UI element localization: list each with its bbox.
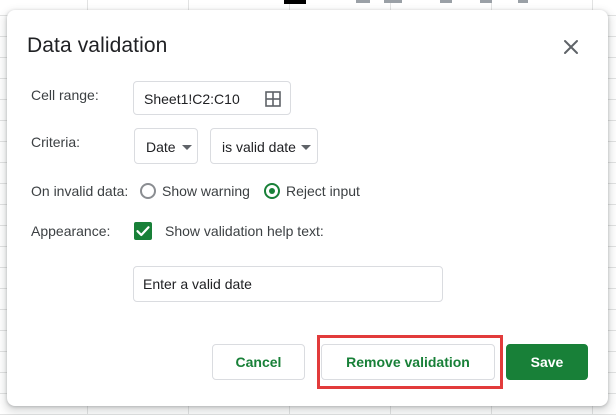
cancel-button[interactable]: Cancel	[212, 344, 305, 380]
toolbar-fragment	[518, 0, 528, 3]
chevron-down-icon	[182, 145, 192, 150]
appearance-label: Appearance:	[31, 223, 111, 239]
criteria-type-value: Date	[146, 139, 176, 155]
cell-range-field[interactable]: Sheet1!C2:C10	[133, 81, 291, 115]
dialog-title: Data validation	[27, 34, 168, 57]
criteria-label: Criteria:	[31, 134, 81, 150]
show-warning-radio[interactable]	[140, 183, 156, 199]
help-text-checkbox-label[interactable]: Show validation help text:	[165, 223, 324, 239]
toolbar-fragment	[440, 0, 452, 3]
toolbar-fragment	[384, 0, 402, 3]
toolbar-fragment	[284, 0, 306, 4]
help-text-checkbox[interactable]	[134, 222, 152, 240]
help-text-input[interactable]	[133, 266, 443, 302]
chevron-down-icon	[301, 145, 311, 150]
toolbar-fragment	[480, 0, 492, 3]
checkmark-icon	[136, 226, 150, 237]
criteria-condition-select[interactable]: is valid date	[210, 128, 318, 164]
criteria-condition-value: is valid date	[222, 139, 296, 155]
close-button[interactable]	[560, 36, 582, 58]
cell-range-value: Sheet1!C2:C10	[144, 91, 240, 107]
cell-range-label: Cell range:	[31, 87, 99, 103]
save-button[interactable]: Save	[506, 344, 588, 380]
close-icon	[564, 40, 578, 54]
criteria-type-select[interactable]: Date	[134, 128, 198, 164]
remove-validation-button[interactable]: Remove validation	[321, 344, 495, 380]
invalid-data-label: On invalid data:	[31, 183, 129, 199]
toolbar-fragment	[356, 0, 370, 3]
reject-input-radio[interactable]	[264, 183, 280, 199]
data-validation-dialog: Data validation Cell range: Sheet1!C2:C1…	[7, 10, 608, 406]
grid-icon[interactable]	[265, 91, 281, 107]
show-warning-label[interactable]: Show warning	[162, 183, 250, 199]
reject-input-label[interactable]: Reject input	[286, 183, 360, 199]
